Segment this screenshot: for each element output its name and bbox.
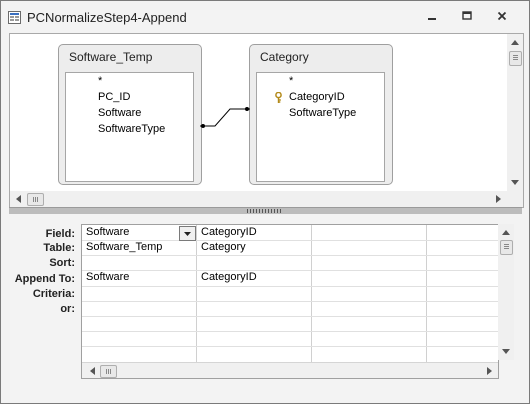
query-design-grid[interactable]: Software Software_Temp Software Category… <box>81 224 499 379</box>
diagram-horizontal-scrollbar[interactable] <box>10 191 507 207</box>
grid-cell-table[interactable]: Software_Temp <box>82 241 162 253</box>
row-label-criteria: Criteria: <box>32 288 75 300</box>
scroll-up-button[interactable] <box>507 34 523 50</box>
arrow-down-icon <box>502 349 510 354</box>
close-button[interactable] <box>491 7 513 25</box>
scroll-left-button[interactable] <box>10 191 26 207</box>
chevron-down-icon <box>184 231 191 236</box>
grid-cell-table[interactable]: Category <box>197 241 246 253</box>
row-label-table: Table: <box>43 242 75 254</box>
diagram-vertical-scrollbar[interactable] <box>507 34 523 191</box>
query-design-window: PCNormalizeStep4-Append Software_Temp * … <box>0 0 530 404</box>
scroll-thumb[interactable] <box>100 365 117 378</box>
grid-cell-append-to[interactable]: Software <box>82 271 129 283</box>
restore-icon <box>462 11 472 20</box>
row-label-append-to: Append To: <box>14 273 75 285</box>
title-bar[interactable]: PCNormalizeStep4-Append <box>1 1 529 33</box>
window-title: PCNormalizeStep4-Append <box>27 10 187 25</box>
splitter-grip[interactable] <box>247 209 283 213</box>
table-diagram-pane[interactable]: Software_Temp * PC_ID Software SoftwareT… <box>9 33 524 208</box>
arrow-right-icon <box>496 195 501 203</box>
scroll-right-button[interactable] <box>482 363 498 378</box>
scroll-down-button[interactable] <box>507 175 523 191</box>
arrow-left-icon <box>16 195 21 203</box>
row-label-or: or: <box>60 303 75 315</box>
grid-horizontal-scrollbar[interactable] <box>82 362 498 378</box>
scroll-thumb[interactable] <box>509 51 522 66</box>
scroll-thumb[interactable] <box>27 193 44 206</box>
query-icon <box>8 11 21 24</box>
restore-button[interactable] <box>456 7 478 25</box>
arrow-left-icon <box>90 367 95 375</box>
scroll-thumb[interactable] <box>500 240 513 255</box>
grid-cell-field[interactable]: Software <box>82 226 180 238</box>
row-label-sort: Sort: <box>49 257 75 269</box>
minimize-icon <box>428 18 436 20</box>
scroll-corner <box>507 191 523 207</box>
design-grid-pane: Field: Table: Sort: Append To: Criteria:… <box>9 214 522 395</box>
grid-cell-append-to[interactable]: CategoryID <box>197 271 257 283</box>
arrow-right-icon <box>487 367 492 375</box>
row-label-field: Field: <box>45 228 75 240</box>
scroll-left-button[interactable] <box>84 363 100 378</box>
grid-cell-field[interactable]: CategoryID <box>197 226 257 238</box>
scroll-up-button[interactable] <box>498 224 514 240</box>
close-icon <box>497 11 507 21</box>
relationship-join-line[interactable] <box>10 34 507 191</box>
minimize-button[interactable] <box>421 7 443 25</box>
field-dropdown-button[interactable] <box>179 226 196 241</box>
arrow-up-icon <box>502 230 510 235</box>
scroll-down-button[interactable] <box>498 344 514 360</box>
scroll-right-button[interactable] <box>491 191 507 207</box>
arrow-up-icon <box>511 40 519 45</box>
grid-vertical-scrollbar[interactable] <box>498 224 514 360</box>
arrow-down-icon <box>511 180 519 185</box>
